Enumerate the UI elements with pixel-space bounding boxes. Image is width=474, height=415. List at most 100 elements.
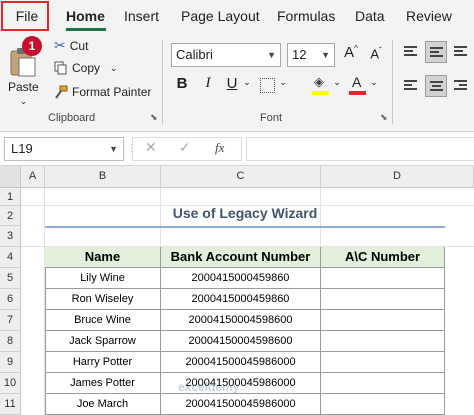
paste-label: Paste — [8, 80, 39, 94]
cell-name[interactable]: Bruce Wine — [45, 310, 161, 331]
row-header[interactable]: 2 — [0, 206, 21, 226]
borders-dropdown[interactable]: ⌄ — [278, 77, 288, 88]
tab-data[interactable]: Data — [355, 0, 385, 32]
cell-ac-number[interactable] — [321, 268, 445, 289]
cell-bank-account[interactable]: 2000415000459860 — [161, 289, 321, 310]
row-header[interactable]: 3 — [0, 226, 21, 247]
chevron-down-icon: ⌄ — [370, 77, 378, 87]
decrease-font-label: A — [370, 46, 379, 62]
underline-dropdown[interactable]: ⌄ — [242, 77, 252, 88]
cell-name[interactable]: Joe March — [45, 394, 161, 415]
cell-ac-number[interactable] — [321, 310, 445, 331]
tab-formulas[interactable]: Formulas — [277, 0, 335, 32]
row-header[interactable]: 11 — [0, 394, 21, 415]
column-header-d[interactable]: D — [321, 166, 474, 188]
cell-name[interactable]: Jack Sparrow — [45, 331, 161, 352]
cell-name[interactable]: Ron Wiseley — [45, 289, 161, 310]
cell-bank-account[interactable]: 20004150004598600 — [161, 310, 321, 331]
title-underline — [45, 226, 445, 228]
align-center-icon — [430, 81, 443, 93]
header-cell-bank-account[interactable]: Bank Account Number — [161, 247, 321, 268]
align-right-button[interactable] — [450, 75, 472, 97]
format-painter-button[interactable]: Format Painter — [54, 85, 151, 99]
fill-color-swatch — [312, 91, 329, 95]
align-left-icon — [404, 80, 417, 92]
chevron-down-icon: ▼ — [109, 144, 118, 154]
italic-button[interactable]: I — [200, 75, 216, 92]
font-color-icon: A — [352, 74, 362, 90]
row-header[interactable]: 10 — [0, 373, 21, 394]
name-box[interactable]: L19 ▼ — [4, 137, 124, 161]
bottom-align-button[interactable] — [450, 41, 472, 63]
cell-ac-number[interactable] — [321, 289, 445, 310]
column-header-b[interactable]: B — [45, 166, 161, 188]
header-cell-ac-number[interactable]: A\C Number — [321, 247, 445, 268]
header-cell-name[interactable]: Name — [45, 247, 161, 268]
cell-bank-account[interactable]: 200041500045986000 — [161, 352, 321, 373]
row-header[interactable]: 1 — [0, 188, 21, 206]
chevron-down-icon: ⌄ — [243, 77, 251, 87]
row-header[interactable]: 4 — [0, 247, 21, 268]
ribbon-tabs: File Home Insert Page Layout Formulas Da… — [0, 0, 474, 32]
copy-button[interactable]: Copy ⌄ — [54, 61, 118, 75]
tab-review[interactable]: Review — [406, 0, 452, 32]
formula-bar: L19 ▼ ⋮ ✕ ✓ fx — [0, 132, 474, 166]
tab-page-layout[interactable]: Page Layout — [181, 0, 260, 32]
tab-insert[interactable]: Insert — [124, 0, 159, 32]
middle-align-button[interactable] — [425, 41, 447, 63]
row-header[interactable]: 7 — [0, 310, 21, 331]
cell-ac-number[interactable] — [321, 373, 445, 394]
cell-name[interactable]: Harry Potter — [45, 352, 161, 373]
row-header[interactable]: 6 — [0, 289, 21, 310]
borders-icon[interactable] — [260, 78, 275, 93]
align-left-button[interactable] — [400, 75, 422, 97]
cell-bank-account[interactable]: 2000415000459860 — [161, 268, 321, 289]
chevron-down-icon: ▼ — [267, 50, 276, 60]
font-color-dropdown[interactable]: ⌄ — [369, 77, 379, 88]
column-header-c[interactable]: C — [161, 166, 321, 188]
bold-button[interactable]: B — [174, 75, 190, 92]
fill-color-button[interactable]: ◈ — [310, 74, 332, 96]
select-all-corner[interactable] — [0, 166, 21, 188]
font-size-combo[interactable]: 12 ▼ — [287, 43, 335, 67]
cell-bank-account[interactable]: 200041500045986000 — [161, 394, 321, 415]
copy-dropdown-icon[interactable]: ⌄ — [110, 63, 118, 74]
font-size-value: 12 — [292, 47, 307, 62]
insert-function-icon[interactable]: fx — [215, 140, 224, 156]
cell-ac-number[interactable] — [321, 331, 445, 352]
clipboard-group-label: Clipboard — [48, 112, 96, 124]
align-top-icon — [404, 46, 417, 58]
font-launcher-icon[interactable]: ⬊ — [380, 112, 388, 123]
paste-dropdown-icon[interactable]: ⌄ — [20, 96, 28, 107]
decrease-font-size-button[interactable]: Aˇ — [366, 46, 386, 61]
font-color-button[interactable]: A — [347, 74, 369, 96]
cell-name[interactable]: Lily Wine — [45, 268, 161, 289]
column-header-a[interactable]: A — [21, 166, 45, 188]
enter-icon[interactable]: ✓ — [179, 139, 191, 156]
cell-name[interactable]: James Potter — [45, 373, 161, 394]
paintbrush-icon — [55, 85, 68, 99]
font-name-combo[interactable]: Calibri ▼ — [171, 43, 281, 67]
top-align-button[interactable] — [400, 41, 422, 63]
chevron-down-icon: ▼ — [321, 50, 330, 60]
cut-button[interactable]: ✂ Cut — [54, 37, 88, 54]
font-group-label: Font — [260, 112, 283, 124]
row-header[interactable]: 5 — [0, 268, 21, 289]
align-center-button[interactable] — [425, 75, 447, 97]
cut-label: Cut — [69, 38, 89, 53]
scissors-icon: ✂ — [54, 37, 66, 53]
cancel-icon[interactable]: ✕ — [145, 139, 157, 156]
underline-button[interactable]: U — [224, 75, 240, 92]
cell-bank-account[interactable]: 20004150004598600 — [161, 331, 321, 352]
row-header[interactable]: 9 — [0, 352, 21, 373]
bold-icon: B — [176, 75, 188, 92]
cell-ac-number[interactable] — [321, 394, 445, 415]
row-header[interactable]: 8 — [0, 331, 21, 352]
chevron-down-icon: ⌄ — [333, 77, 341, 87]
increase-font-size-button[interactable]: A^ — [341, 44, 361, 61]
formula-input[interactable] — [246, 137, 474, 161]
group-divider — [392, 40, 393, 124]
cell-ac-number[interactable] — [321, 352, 445, 373]
clipboard-launcher-icon[interactable]: ⬊ — [150, 112, 158, 123]
fill-color-dropdown[interactable]: ⌄ — [332, 77, 342, 88]
